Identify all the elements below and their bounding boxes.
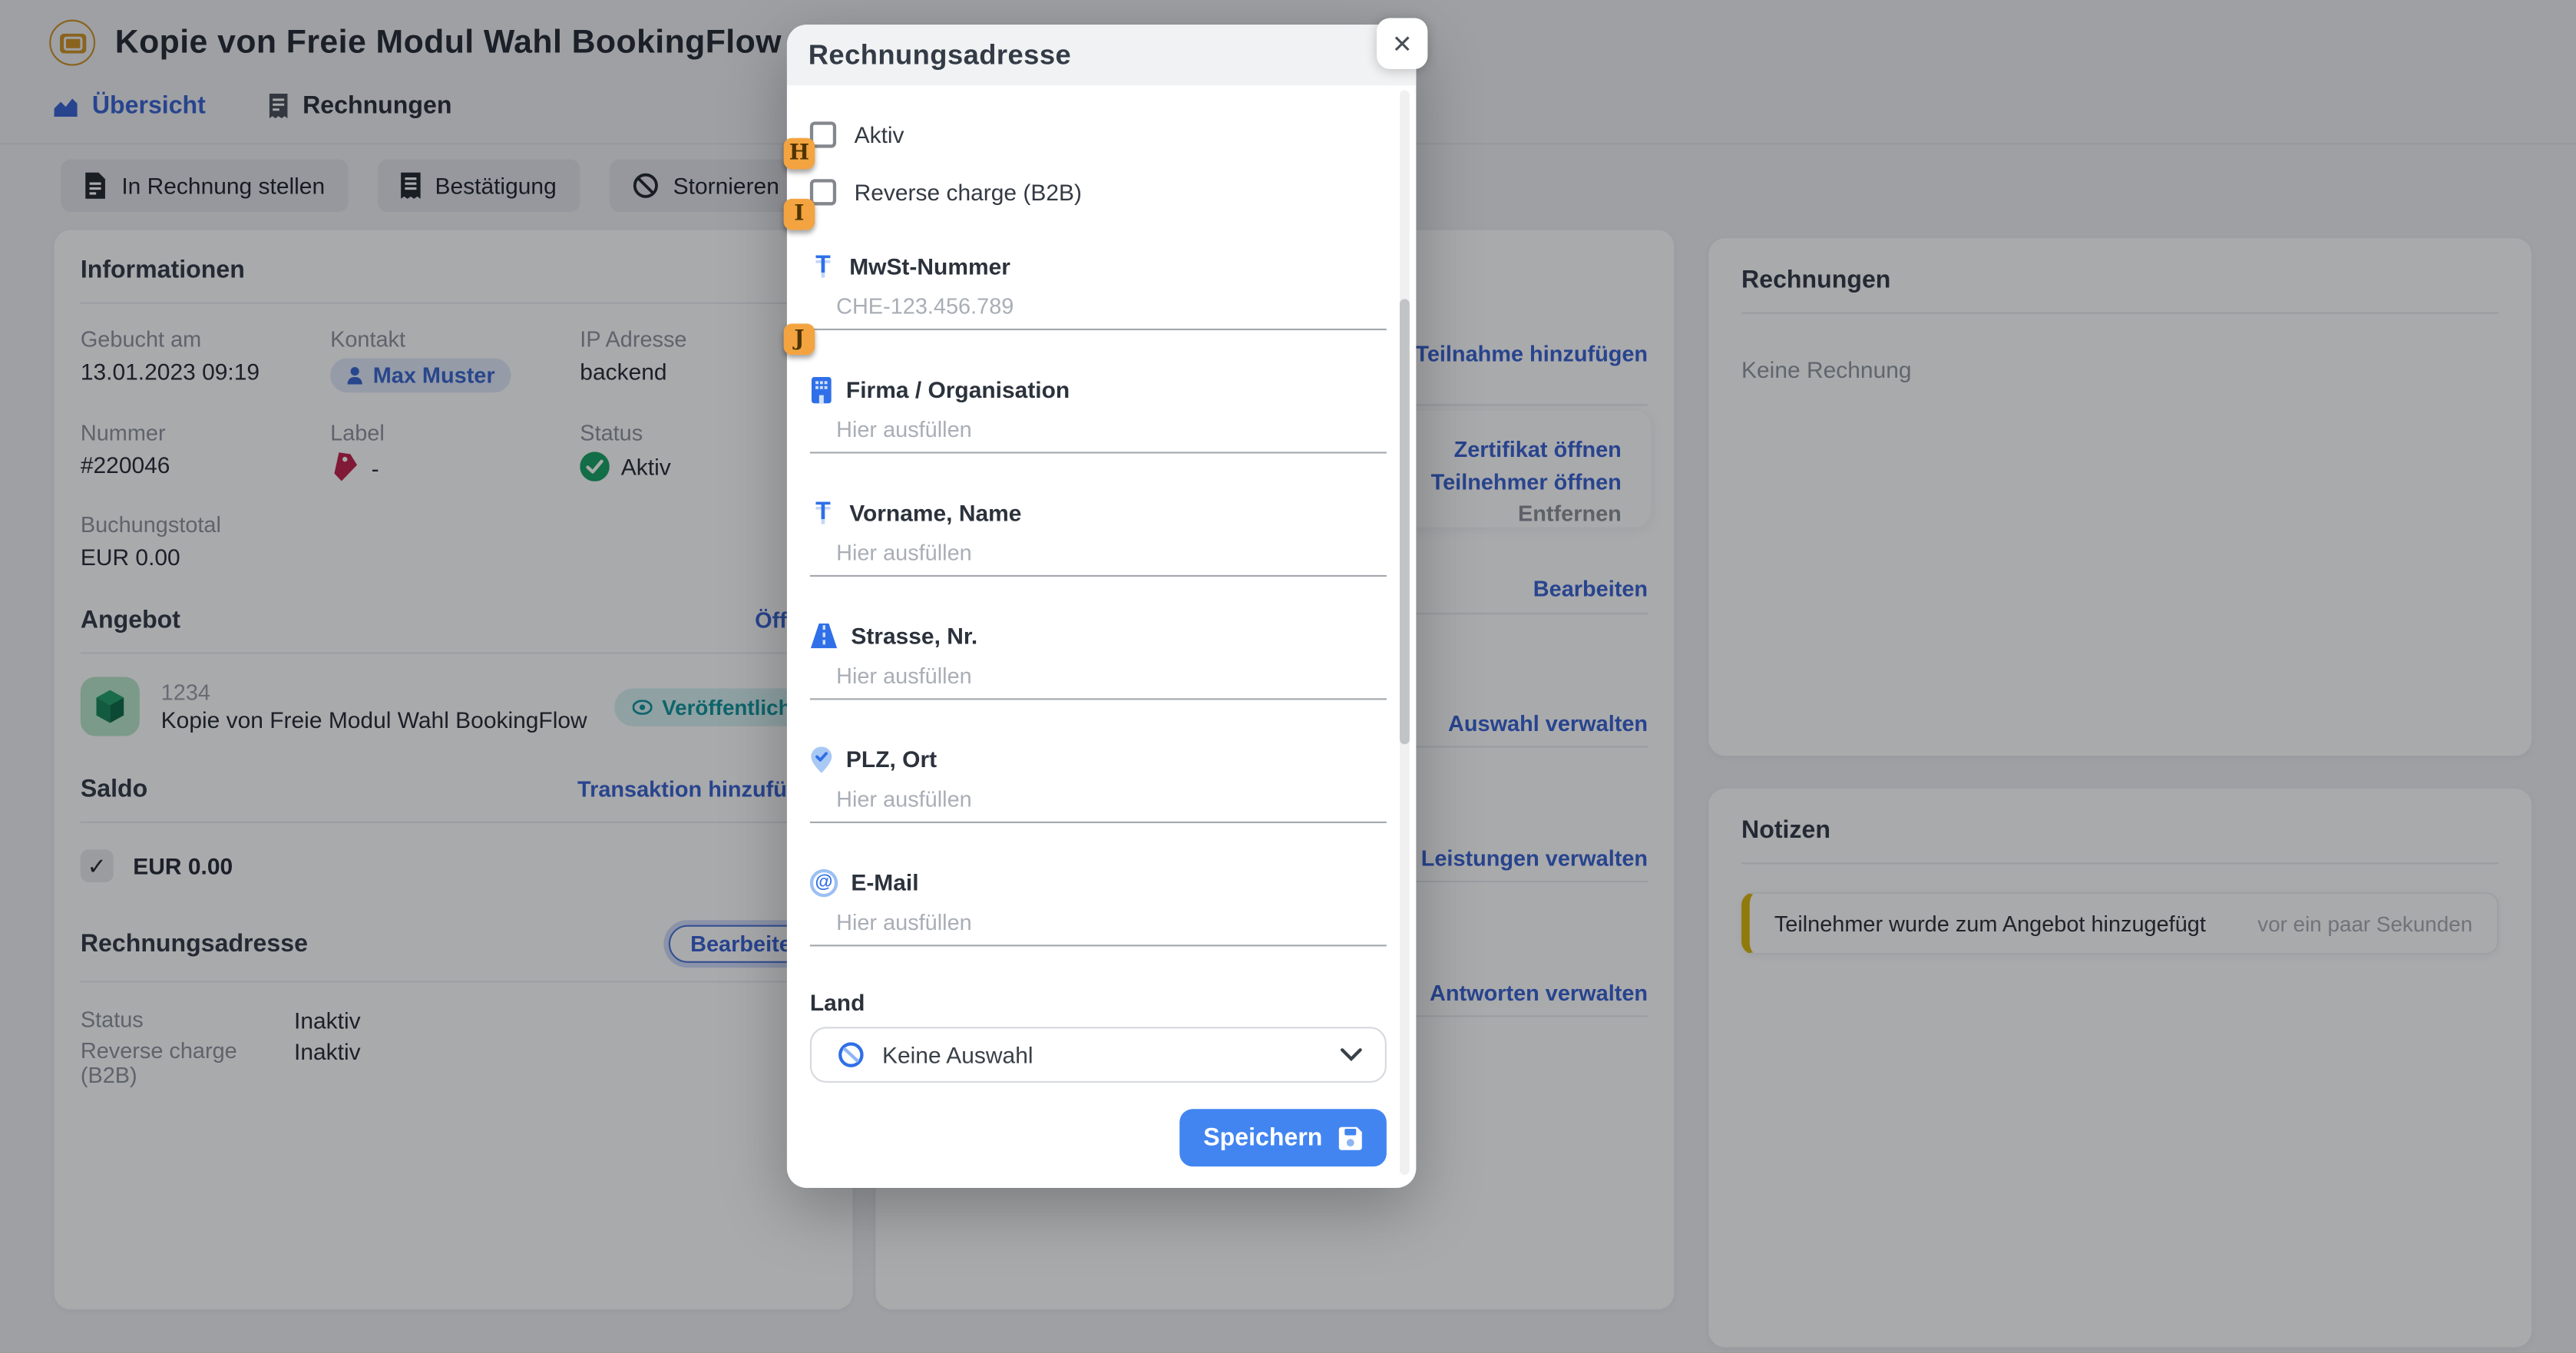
modal-scrollbar-thumb[interactable] bbox=[1400, 299, 1410, 744]
vat-number-input[interactable]: CHE-123.456.789 bbox=[836, 294, 1387, 324]
checkbox-label: Aktiv bbox=[855, 121, 904, 147]
input-underline bbox=[810, 944, 1387, 946]
company-input[interactable]: Hier ausfüllen bbox=[836, 417, 1387, 447]
road-icon bbox=[810, 623, 838, 649]
chevron-down-icon bbox=[1341, 1048, 1362, 1061]
city-field: PLZ, Ort Hier ausfüllen bbox=[810, 744, 1387, 823]
vat-number-field: T MwSt-Nummer CHE-123.456.789 bbox=[810, 251, 1387, 330]
save-disk-icon bbox=[1338, 1125, 1364, 1151]
input-underline bbox=[810, 452, 1387, 453]
aktiv-checkbox-row: Aktiv bbox=[810, 120, 1387, 147]
close-button[interactable]: ✕ bbox=[1377, 18, 1427, 69]
keyboard-hint-h[interactable]: H bbox=[784, 138, 815, 170]
country-label: Land bbox=[810, 989, 1387, 1015]
street-input[interactable]: Hier ausfüllen bbox=[836, 663, 1387, 693]
modal-title: Rechnungsadresse bbox=[809, 38, 1071, 71]
city-input[interactable]: Hier ausfüllen bbox=[836, 787, 1387, 817]
name-field: T Vorname, Name Hier ausfüllen bbox=[810, 498, 1387, 577]
input-underline bbox=[810, 329, 1387, 330]
save-label: Speichern bbox=[1203, 1124, 1322, 1152]
input-underline bbox=[810, 698, 1387, 700]
save-button[interactable]: Speichern bbox=[1180, 1109, 1387, 1166]
input-underline bbox=[810, 575, 1387, 577]
reverse-charge-checkbox-row: Reverse charge (B2B) bbox=[810, 177, 1387, 205]
app-window: Kopie von Freie Modul Wahl BookingFlow #… bbox=[0, 0, 2576, 1352]
email-input[interactable]: Hier ausfüllen bbox=[836, 910, 1387, 940]
keyboard-hint-j[interactable]: J bbox=[784, 324, 815, 356]
billing-address-modal: ✕ Rechnungsadresse Aktiv Reverse charge … bbox=[787, 25, 1416, 1188]
street-field: Strasse, Nr. Hier ausfüllen bbox=[810, 621, 1387, 700]
country-value: Keine Auswahl bbox=[882, 1042, 1341, 1068]
reverse-charge-checkbox[interactable] bbox=[810, 178, 836, 204]
building-icon bbox=[810, 375, 833, 403]
email-field: @ E-Mail Hier ausfüllen bbox=[810, 868, 1387, 947]
keyboard-hint-i[interactable]: I bbox=[784, 199, 815, 230]
country-select[interactable]: Keine Auswahl bbox=[810, 1027, 1387, 1083]
text-icon: T bbox=[810, 255, 836, 278]
modal-header: Rechnungsadresse bbox=[787, 25, 1416, 85]
close-icon: ✕ bbox=[1392, 28, 1413, 58]
no-selection-icon bbox=[838, 1042, 864, 1068]
checkbox-label: Reverse charge (B2B) bbox=[855, 178, 1082, 204]
company-field: Firma / Organisation Hier ausfüllen bbox=[810, 375, 1387, 454]
input-underline bbox=[810, 822, 1387, 823]
text-icon: T bbox=[810, 501, 836, 524]
location-pin-icon bbox=[810, 745, 833, 772]
name-input[interactable]: Hier ausfüllen bbox=[836, 541, 1387, 571]
at-icon: @ bbox=[810, 868, 838, 896]
